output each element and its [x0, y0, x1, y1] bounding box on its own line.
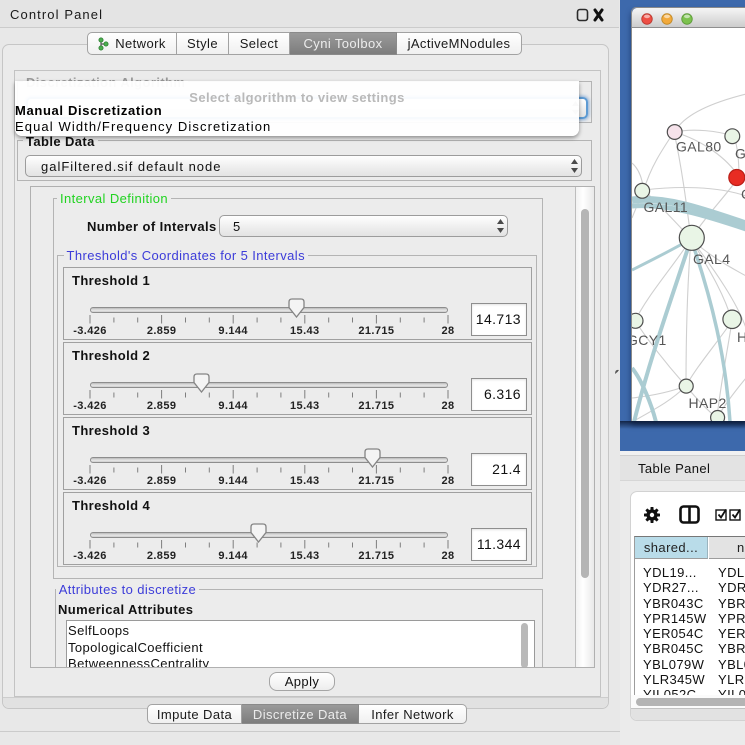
svg-text:CYC: CYC: [741, 186, 745, 202]
svg-text:GAL7: GAL7: [735, 146, 745, 162]
svg-text:HIS: HIS: [737, 329, 745, 345]
svg-text:GAL11: GAL11: [644, 199, 689, 215]
svg-text:GAL4: GAL4: [693, 251, 730, 267]
svg-text:HAP2: HAP2: [689, 395, 727, 411]
svg-text:GAL80: GAL80: [676, 139, 722, 155]
svg-text:GCY1: GCY1: [632, 332, 667, 348]
